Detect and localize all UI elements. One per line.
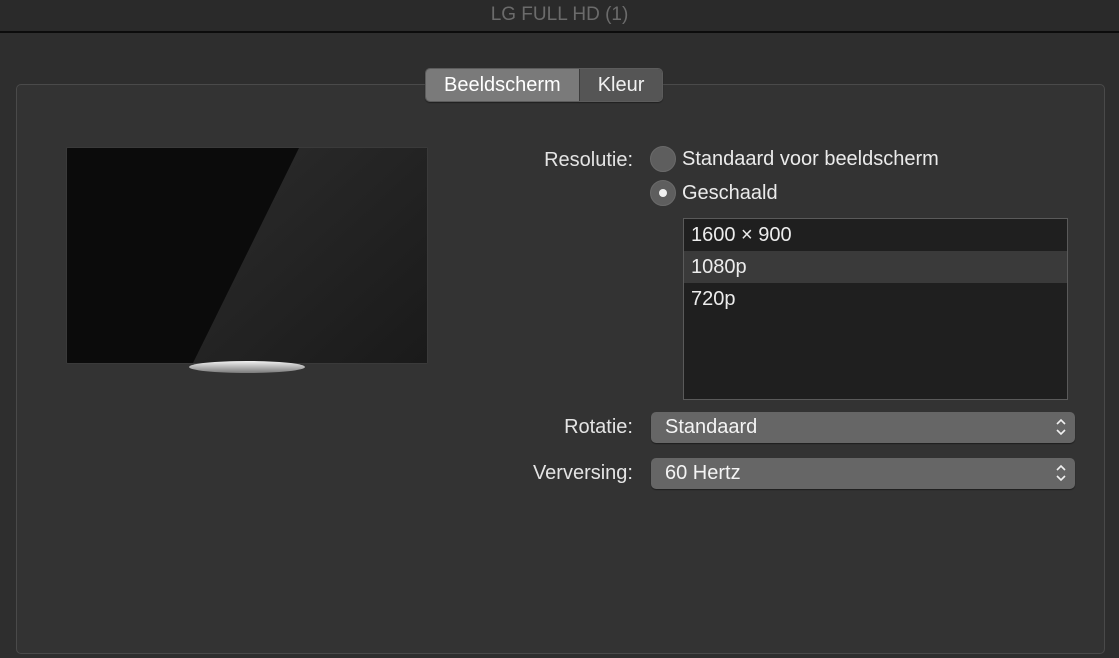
resolution-label: Resolutie: — [544, 149, 633, 171]
radio-button[interactable] — [650, 146, 676, 172]
refresh-rate-select[interactable]: 60 Hertz — [651, 458, 1075, 489]
tab-kleur[interactable]: Kleur — [578, 69, 663, 101]
monitor-stand-icon — [189, 361, 305, 373]
monitor-preview-icon — [66, 147, 428, 364]
rotation-value: Standaard — [665, 416, 758, 438]
resolution-list-item[interactable]: 720p — [684, 283, 1067, 315]
display-preferences-window: LG FULL HD (1) Beeldscherm Kleur Resolut… — [0, 0, 1119, 658]
resolution-list[interactable]: 1600 × 900 1080p 720p — [683, 218, 1068, 400]
screen-glare — [67, 148, 427, 363]
tab-beeldscherm[interactable]: Beeldscherm — [426, 69, 579, 101]
window-title: LG FULL HD (1) — [490, 4, 629, 25]
radio-button-checked[interactable] — [650, 180, 676, 206]
radio-standard-resolution[interactable]: Standaard voor beeldscherm — [650, 146, 939, 172]
resolution-list-item[interactable]: 1600 × 900 — [684, 219, 1067, 251]
radio-label-standard: Standaard voor beeldscherm — [682, 147, 939, 170]
resolution-list-item-selected[interactable]: 1080p — [684, 251, 1067, 283]
title-bar: LG FULL HD (1) — [0, 0, 1119, 33]
up-down-chevron-icon — [1056, 464, 1066, 482]
up-down-chevron-icon — [1056, 418, 1066, 436]
rotation-select[interactable]: Standaard — [651, 412, 1075, 443]
rotation-label: Rotatie: — [564, 416, 633, 438]
tab-bar: Beeldscherm Kleur — [425, 68, 664, 102]
refresh-rate-label: Verversing: — [532, 462, 633, 484]
refresh-rate-value: 60 Hertz — [665, 462, 741, 484]
radio-label-scaled: Geschaald — [682, 181, 778, 204]
radio-scaled-resolution[interactable]: Geschaald — [650, 180, 778, 206]
